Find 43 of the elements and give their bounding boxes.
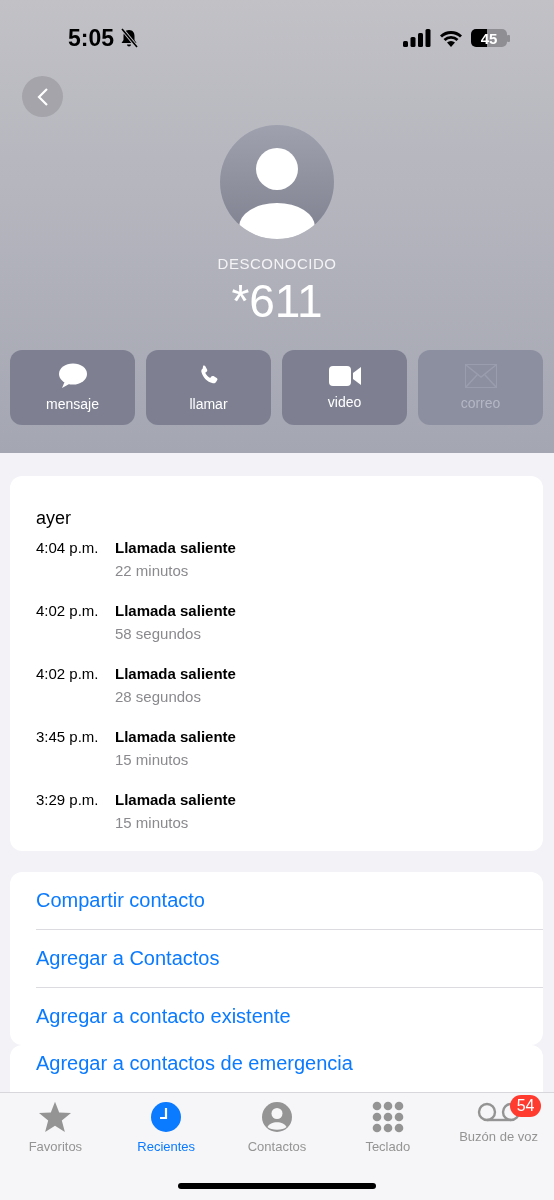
call-type: Llamada saliente <box>115 539 237 556</box>
call-button[interactable]: llamar <box>146 350 271 425</box>
call-time: 3:29 p.m. <box>36 791 100 810</box>
count-badge: 54 <box>509 1095 542 1117</box>
video-camera-icon <box>328 365 361 387</box>
option-link[interactable]: Compartir contacto <box>36 872 543 930</box>
status-time: 5:05 <box>68 24 115 52</box>
contact-label: DESCONOCIDO <box>217 255 337 272</box>
wifi-icon <box>439 29 463 47</box>
phone-number: *611 <box>231 274 323 328</box>
tab-item[interactable]: Favoritos <box>0 1093 111 1157</box>
back-button[interactable] <box>22 76 63 117</box>
option-link[interactable]: Agregar a contactos de emergencia <box>36 1051 543 1075</box>
call-duration: 28 segundos <box>115 688 202 705</box>
tab-item[interactable]: Recientes <box>110 1093 222 1157</box>
day-heading: ayer <box>36 508 72 529</box>
tab-item[interactable]: Buzón de voz 54 <box>443 1093 554 1157</box>
person-icon <box>261 1101 293 1133</box>
clock-icon <box>150 1101 183 1133</box>
avatar-icon <box>220 125 334 239</box>
video-button[interactable]: video <box>282 350 407 425</box>
option-link[interactable]: Agregar a Contactos <box>36 930 543 988</box>
call-duration: 58 segundos <box>115 625 202 642</box>
option-link[interactable]: Agregar a contacto existente <box>36 988 543 1045</box>
call-type: Llamada saliente <box>115 728 237 745</box>
star-icon <box>38 1101 73 1133</box>
call-time: 4:02 p.m. <box>36 602 100 621</box>
call-type: Llamada saliente <box>115 791 237 808</box>
signal-icon <box>403 29 431 47</box>
keypad-icon <box>371 1101 404 1133</box>
call-duration: 22 minutos <box>115 562 190 579</box>
call-type: Llamada saliente <box>115 602 237 619</box>
call-type: Llamada saliente <box>115 665 237 682</box>
speech-bubble-icon <box>57 363 88 389</box>
call-time: 4:04 p.m. <box>36 539 100 558</box>
call-time: 3:45 p.m. <box>36 728 100 747</box>
chevron-left-icon <box>36 86 49 107</box>
call-time: 4:02 p.m. <box>36 665 100 684</box>
call-duration: 15 minutos <box>115 814 190 831</box>
tab-item[interactable]: Contactos <box>221 1093 333 1157</box>
tab-item[interactable]: Teclado <box>332 1093 444 1157</box>
message-button[interactable]: mensaje <box>10 350 135 425</box>
call-duration: 15 minutos <box>115 751 190 768</box>
